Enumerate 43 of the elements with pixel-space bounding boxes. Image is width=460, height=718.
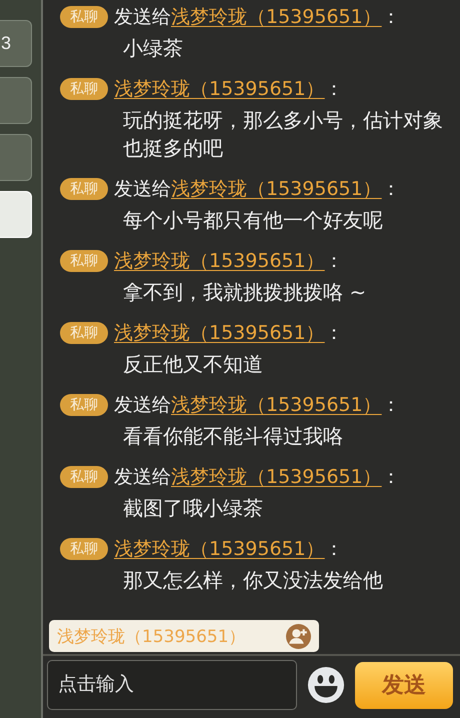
player-name-link[interactable]: 浅梦玲珑（15395651） bbox=[171, 392, 382, 418]
player-name-link[interactable]: 浅梦玲珑（15395651） bbox=[171, 4, 382, 30]
player-name-link[interactable]: 浅梦玲珑（15395651） bbox=[171, 176, 382, 202]
sidebar-tab[interactable]: 3 bbox=[0, 20, 32, 67]
colon-text: ： bbox=[382, 465, 401, 490]
recipient-name: 浅梦玲珑（15395651） bbox=[57, 626, 246, 648]
sent-to-label: 发送给 bbox=[114, 465, 171, 490]
sidebar-tab[interactable] bbox=[0, 134, 32, 181]
colon-text: ： bbox=[324, 77, 344, 102]
colon-text: ： bbox=[324, 537, 344, 562]
player-name-link[interactable]: 浅梦玲珑（15395651） bbox=[114, 536, 325, 562]
private-chat-badge: 私聊 bbox=[60, 466, 108, 488]
message-text: 反正他又不知道 bbox=[122, 351, 264, 378]
sidebar-tab[interactable] bbox=[0, 77, 32, 124]
player-name-link[interactable]: 浅梦玲珑（15395651） bbox=[114, 248, 325, 274]
colon-text: ： bbox=[382, 393, 401, 418]
sent-to-label: 发送给 bbox=[114, 5, 171, 30]
add-friend-icon[interactable] bbox=[286, 624, 311, 648]
private-chat-badge: 私聊 bbox=[60, 538, 108, 560]
message-text: 拿不到，我就挑拨挑拨咯 ~ bbox=[122, 279, 368, 306]
player-name-link[interactable]: 浅梦玲珑（15395651） bbox=[171, 464, 382, 490]
sent-to-label: 发送给 bbox=[114, 177, 171, 202]
colon-text: ： bbox=[324, 321, 344, 346]
message-text: 截图了哦小绿茶 bbox=[122, 495, 264, 522]
message-text: 那又怎么样，你又没法发给他 bbox=[122, 567, 384, 594]
private-chat-badge: 私聊 bbox=[60, 322, 108, 344]
message-text: 看看你能不能斗得过我咯 bbox=[122, 423, 344, 450]
player-name-link[interactable]: 浅梦玲珑（15395651） bbox=[114, 76, 325, 102]
private-chat-badge: 私聊 bbox=[60, 178, 108, 200]
message-text: 玩的挺花呀，那么多小号，估计对象也挺多的吧 bbox=[122, 107, 443, 162]
player-name-link[interactable]: 浅梦玲珑（15395651） bbox=[114, 320, 325, 346]
sent-to-label: 发送给 bbox=[114, 393, 171, 418]
message-text: 每个小号都只有他一个好友呢 bbox=[122, 207, 384, 234]
colon-text: ： bbox=[382, 177, 401, 202]
message-input-field[interactable]: 点击输入 bbox=[47, 660, 297, 710]
private-chat-badge: 私聊 bbox=[60, 78, 108, 100]
colon-text: ： bbox=[324, 249, 344, 274]
private-chat-badge: 私聊 bbox=[60, 250, 108, 272]
private-chat-badge: 私聊 bbox=[60, 394, 108, 416]
message-text: 小绿茶 bbox=[122, 35, 184, 62]
colon-text: ： bbox=[382, 5, 401, 30]
smiley-icon[interactable] bbox=[307, 666, 345, 704]
private-chat-badge: 私聊 bbox=[60, 6, 108, 28]
